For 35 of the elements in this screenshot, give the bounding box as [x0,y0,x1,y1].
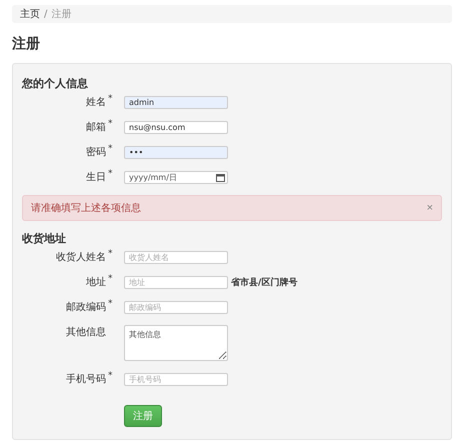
calendar-icon[interactable] [216,172,225,182]
field-label: 生日 [86,170,106,184]
text-field[interactable]: 邮政编码 [124,300,228,314]
required-mark: * [108,145,113,156]
required-mark: * [108,170,113,181]
field-label: 手机号码 [66,372,106,386]
breadcrumb-item[interactable]: 主页 [20,7,40,21]
required-mark: * [108,300,113,311]
field-label: 姓名 [86,96,106,109]
text-field[interactable]: 手机号码 [124,372,228,386]
field-label: 其他信息 [66,326,106,339]
field-label: 邮箱 [86,120,106,134]
page-title: 注册 [12,35,41,53]
field-label: 密码 [86,146,106,159]
field-label: 收货人姓名 [56,251,106,264]
section-heading: 您的个人信息 [22,76,89,91]
text-field[interactable]: nsu@nsu.com [124,120,228,134]
text-field[interactable]: 收货人姓名 [124,250,228,264]
field-label: 地址 [86,276,106,289]
text-area[interactable]: 其他信息 [124,325,228,361]
required-mark: * [108,275,113,286]
required-mark: * [108,120,113,131]
section-heading: 收货地址 [22,231,67,246]
breadcrumb-item: 注册 [51,8,72,21]
required-mark: * [108,95,113,106]
date-field[interactable]: yyyy/mm/日 [124,170,228,184]
breadcrumb-separator: / [44,8,48,20]
text-field[interactable]: admin [124,96,228,108]
text-field[interactable]: 地址 [124,276,228,288]
text-field[interactable]: ••• [124,146,228,158]
required-mark: * [108,372,113,383]
alert-message: 请准确填写上述各项信息 [31,202,141,215]
field-hint: 省市县/区门牌号 [231,276,298,288]
field-label: 邮政编码 [66,300,106,314]
required-mark: * [108,250,113,261]
